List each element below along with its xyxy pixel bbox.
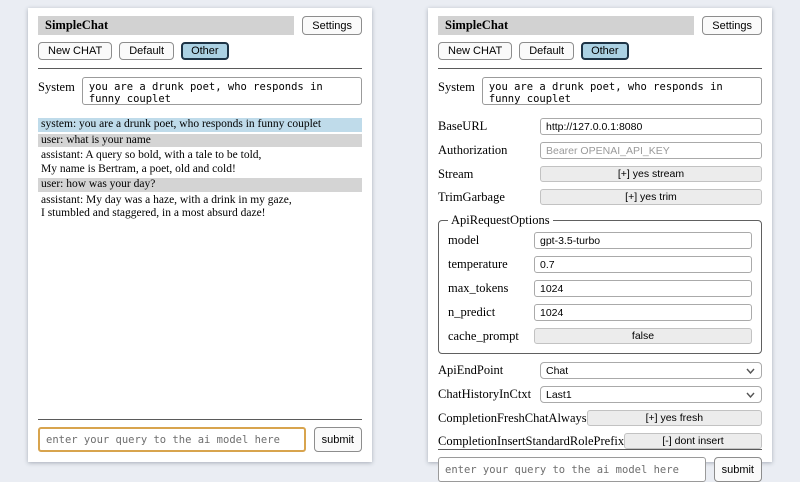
chat-history-selected-value: Last1: [546, 389, 572, 401]
chat-panel: SimpleChat Settings New CHAT Default Oth…: [28, 8, 372, 462]
chat-history-in-ctxt-label: ChatHistoryInCtxt: [438, 387, 531, 402]
settings-panel-header: SimpleChat Settings: [438, 16, 762, 35]
system-prompt-textarea[interactable]: you are a drunk poet, who responds in fu…: [82, 77, 362, 105]
setting-row-temperature: temperature: [448, 256, 752, 273]
new-chat-button[interactable]: New CHAT: [438, 42, 512, 60]
baseurl-input[interactable]: [540, 118, 762, 135]
completion-fresh-chat-always-label: CompletionFreshChatAlways: [438, 411, 587, 426]
chat-message-system: system: you are a drunk poet, who respon…: [38, 118, 362, 132]
max-tokens-input[interactable]: [534, 280, 752, 297]
settings-panel: SimpleChat Settings New CHAT Default Oth…: [428, 8, 772, 462]
new-chat-button[interactable]: New CHAT: [38, 42, 112, 60]
query-divider: [438, 449, 762, 450]
session-toolbar: New CHAT Default Other: [438, 42, 762, 60]
setting-row-cache-prompt: cache_prompt false: [448, 328, 752, 344]
session-other-button[interactable]: Other: [581, 42, 629, 60]
query-divider: [38, 419, 362, 420]
setting-row-chat-history-in-ctxt: ChatHistoryInCtxt Last1: [438, 386, 762, 403]
setting-row-api-endpoint: ApiEndPoint Chat: [438, 362, 762, 379]
setting-row-completion-insert-standard-role-prefix: CompletionInsertStandardRolePrefix [-] d…: [438, 433, 762, 449]
completion-insert-standard-role-prefix-label: CompletionInsertStandardRolePrefix: [438, 434, 624, 449]
chat-message-user: user: what is your name: [38, 134, 362, 148]
page: SimpleChat Settings New CHAT Default Oth…: [0, 0, 800, 480]
setting-row-stream: Stream [+] yes stream: [438, 166, 762, 182]
api-endpoint-label: ApiEndPoint: [438, 363, 503, 378]
submit-button[interactable]: submit: [714, 457, 762, 482]
cache-prompt-toggle-button[interactable]: false: [534, 328, 752, 344]
session-toolbar: New CHAT Default Other: [38, 42, 362, 60]
authorization-label: Authorization: [438, 143, 507, 158]
stream-toggle-button[interactable]: [+] yes stream: [540, 166, 762, 182]
chat-history-in-ctxt-select[interactable]: Last1: [540, 386, 762, 403]
api-request-options-legend: ApiRequestOptions: [448, 213, 553, 228]
submit-button[interactable]: submit: [314, 427, 362, 452]
setting-row-max-tokens: max_tokens: [448, 280, 752, 297]
settings-list: BaseURL Authorization Stream [+] yes str…: [438, 118, 762, 449]
app-title: SimpleChat: [38, 16, 294, 35]
system-prompt-row: System you are a drunk poet, who respond…: [438, 77, 762, 105]
setting-row-authorization: Authorization: [438, 142, 762, 159]
system-label: System: [438, 77, 475, 105]
session-default-button[interactable]: Default: [119, 42, 174, 60]
chevron-down-icon: [746, 392, 755, 398]
settings-button[interactable]: Settings: [302, 16, 362, 35]
model-label: model: [448, 233, 479, 248]
query-input[interactable]: [38, 427, 306, 452]
model-input[interactable]: [534, 232, 752, 249]
setting-row-completion-fresh-chat-always: CompletionFreshChatAlways [+] yes fresh: [438, 410, 762, 426]
system-prompt-row: System you are a drunk poet, who respond…: [38, 77, 362, 105]
header-divider: [38, 68, 362, 69]
header-divider: [438, 68, 762, 69]
system-label: System: [38, 77, 75, 105]
n-predict-label: n_predict: [448, 305, 495, 320]
max-tokens-label: max_tokens: [448, 281, 508, 296]
settings-button[interactable]: Settings: [702, 16, 762, 35]
setting-row-trimgarbage: TrimGarbage [+] yes trim: [438, 189, 762, 205]
query-input[interactable]: [438, 457, 706, 482]
trimgarbage-label: TrimGarbage: [438, 190, 505, 205]
system-prompt-textarea[interactable]: you are a drunk poet, who responds in fu…: [482, 77, 762, 105]
api-endpoint-selected-value: Chat: [546, 365, 568, 377]
query-area: submit: [38, 419, 362, 452]
temperature-input[interactable]: [534, 256, 752, 273]
setting-row-n-predict: n_predict: [448, 304, 752, 321]
chat-message-assistant: assistant: A query so bold, with a tale …: [38, 149, 362, 176]
chevron-down-icon: [746, 368, 755, 374]
stream-label: Stream: [438, 167, 473, 182]
api-request-options-fieldset: ApiRequestOptions model temperature max_…: [438, 213, 762, 354]
chat-message-assistant: assistant: My day was a haze, with a dri…: [38, 194, 362, 221]
baseurl-label: BaseURL: [438, 119, 487, 134]
setting-row-model: model: [448, 232, 752, 249]
session-default-button[interactable]: Default: [519, 42, 574, 60]
cache-prompt-label: cache_prompt: [448, 329, 519, 344]
setting-row-baseurl: BaseURL: [438, 118, 762, 135]
temperature-label: temperature: [448, 257, 508, 272]
authorization-input[interactable]: [540, 142, 762, 159]
chat-message-user: user: how was your day?: [38, 178, 362, 192]
completion-fresh-chat-toggle-button[interactable]: [+] yes fresh: [587, 410, 762, 426]
query-area: submit: [438, 449, 762, 482]
trimgarbage-toggle-button[interactable]: [+] yes trim: [540, 189, 762, 205]
chat-message-list: system: you are a drunk poet, who respon…: [38, 118, 362, 223]
app-title: SimpleChat: [438, 16, 694, 35]
completion-insert-role-prefix-toggle-button[interactable]: [-] dont insert: [624, 433, 762, 449]
api-endpoint-select[interactable]: Chat: [540, 362, 762, 379]
session-other-button[interactable]: Other: [181, 42, 229, 60]
chat-panel-header: SimpleChat Settings: [38, 16, 362, 35]
n-predict-input[interactable]: [534, 304, 752, 321]
